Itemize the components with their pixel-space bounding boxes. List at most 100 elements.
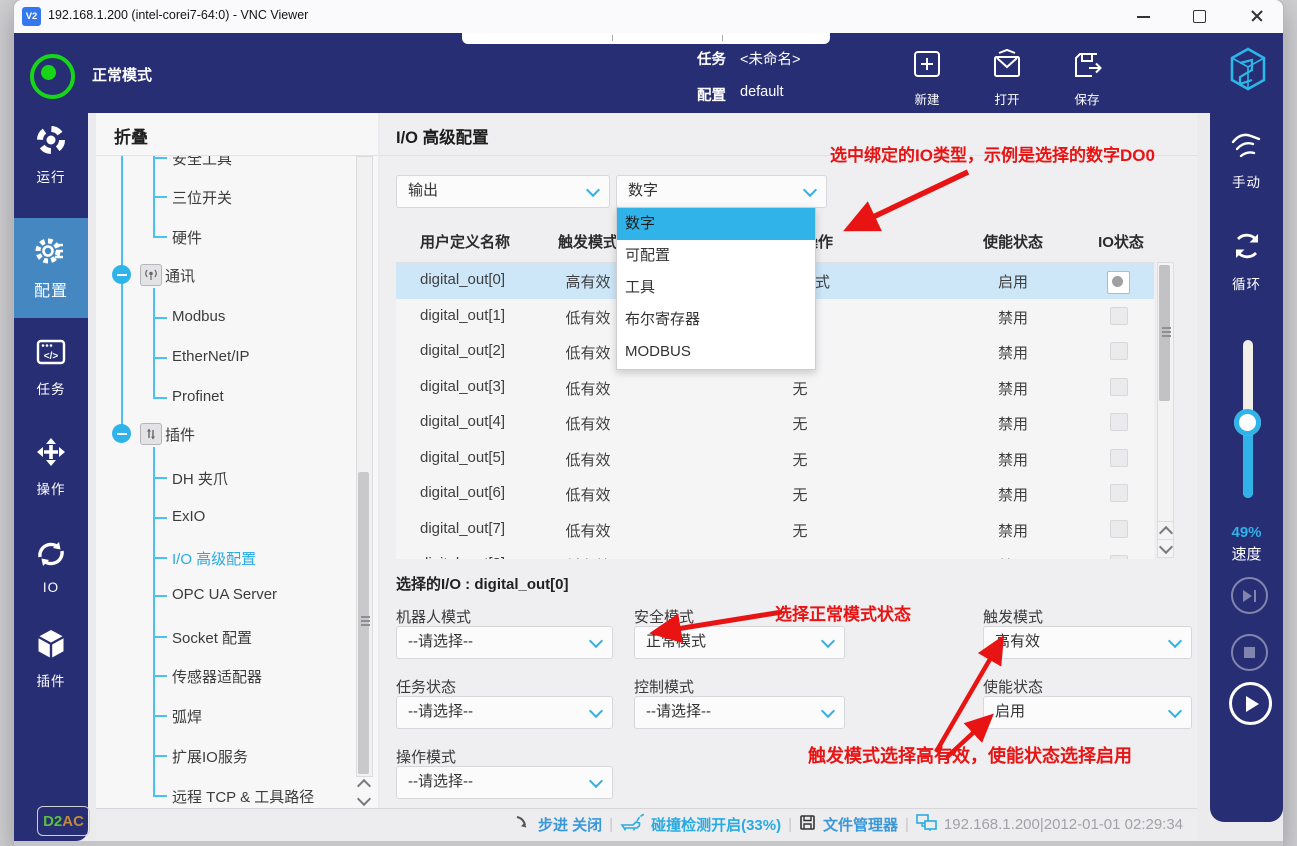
tree-item-io-advanced-config[interactable]: I/O 高级配置: [172, 548, 256, 569]
tree-item-profinet[interactable]: Profinet: [172, 388, 224, 405]
tree-item-socket-config[interactable]: Socket 配置: [172, 627, 252, 648]
tree-item-dh-gripper[interactable]: DH 夹爪: [172, 468, 228, 489]
table-scroll-up-button[interactable]: [1157, 521, 1174, 540]
io-state-indicator[interactable]: [1110, 555, 1128, 559]
config-label: 配置: [697, 84, 726, 105]
io-state-indicator[interactable]: [1110, 449, 1128, 467]
safety-mode-select[interactable]: 正常模式: [634, 626, 845, 659]
sidebar-item-io[interactable]: IO: [14, 538, 88, 595]
tree-item-hardware[interactable]: 硬件: [172, 227, 202, 248]
table-row[interactable]: digital_out[3]低有效无禁用: [396, 370, 1154, 407]
tree-item-safety-tool[interactable]: 安全工具: [172, 156, 232, 169]
control-mode-label: 控制模式: [634, 676, 694, 697]
io-type-dropdown-list: 数字 可配置 工具 布尔寄存器 MODBUS: [616, 207, 816, 370]
tree-scroll-up-button[interactable]: [356, 776, 371, 791]
tree-scroll-down-button[interactable]: [356, 793, 371, 808]
tree-item-opc-ua-server[interactable]: OPC UA Server: [172, 586, 277, 603]
tree-scrollbar[interactable]: [356, 156, 373, 777]
table-row[interactable]: digital_out[8]低有效无禁用: [396, 547, 1154, 559]
collision-detect-toggle[interactable]: 碰撞检测开启(33%): [651, 814, 781, 835]
move-arrows-icon: [35, 436, 67, 473]
dropdown-option-tool[interactable]: 工具: [617, 272, 815, 304]
maximize-button[interactable]: [1179, 0, 1219, 32]
sidebar-item-config[interactable]: 配置: [14, 218, 88, 318]
step-forward-button[interactable]: [1231, 577, 1268, 614]
io-state-indicator[interactable]: [1110, 307, 1128, 325]
tree-stub: [153, 517, 167, 519]
step-mode-toggle[interactable]: 步进 关闭: [538, 814, 602, 835]
tree-item-exio[interactable]: ExIO: [172, 508, 205, 525]
d2ac-logo-right: AC: [62, 813, 84, 830]
enable-state-select[interactable]: 启用: [983, 696, 1192, 729]
table-scrollbar[interactable]: [1157, 262, 1174, 522]
play-button[interactable]: [1229, 682, 1272, 725]
stop-button[interactable]: [1231, 634, 1268, 671]
table-row[interactable]: digital_out[6]低有效无禁用: [396, 476, 1154, 513]
cycle-mode-label: 循环: [1232, 273, 1261, 293]
table-row[interactable]: digital_out[7]低有效无禁用: [396, 512, 1154, 549]
task-state-select[interactable]: --请选择--: [396, 696, 613, 729]
sidebar-item-operate[interactable]: 操作: [14, 436, 88, 498]
dropdown-option-configurable[interactable]: 可配置: [617, 240, 815, 272]
manual-mode-button[interactable]: 手动: [1210, 130, 1283, 191]
tree-collapse-header[interactable]: 折叠: [114, 123, 148, 148]
sidebar-item-run[interactable]: 运行: [14, 124, 88, 186]
cell-trigger: 低有效: [538, 484, 638, 505]
io-state-indicator[interactable]: [1110, 413, 1128, 431]
tree-stub: [153, 557, 167, 559]
close-button[interactable]: [1237, 0, 1277, 32]
file-manager-button[interactable]: 文件管理器: [823, 814, 898, 835]
tree-item-arc-welding[interactable]: 弧焊: [172, 706, 202, 727]
io-type-select[interactable]: 数字: [616, 175, 827, 208]
run-icon: [35, 124, 67, 161]
new-button[interactable]: 新建: [906, 48, 948, 108]
control-mode-select[interactable]: --请选择--: [634, 696, 845, 729]
tree-stub: [153, 595, 167, 597]
io-state-indicator[interactable]: [1110, 342, 1128, 360]
robot-mode-select[interactable]: --请选择--: [396, 626, 613, 659]
sidebar-item-task[interactable]: </> 任务: [14, 336, 88, 398]
io-direction-select[interactable]: 输出: [396, 175, 610, 208]
dropdown-option-bool-register[interactable]: 布尔寄存器: [617, 304, 815, 336]
cycle-mode-button[interactable]: 循环: [1210, 228, 1283, 293]
cube-icon: [35, 628, 67, 665]
table-row[interactable]: digital_out[5]低有效无禁用: [396, 441, 1154, 478]
tree-item-extended-io-service[interactable]: 扩展IO服务: [172, 746, 248, 767]
table-scroll-down-button[interactable]: [1157, 539, 1174, 558]
cell-enable: 启用: [963, 271, 1063, 292]
sidebar-config-label: 配置: [34, 277, 68, 301]
tree-stub: [153, 675, 167, 677]
dropdown-option-modbus[interactable]: MODBUS: [617, 336, 815, 368]
tree-scrollbar-thumb[interactable]: [358, 472, 369, 774]
speed-slider-thumb-inner: [1234, 409, 1261, 436]
tree-item-three-position-switch[interactable]: 三位开关: [172, 187, 232, 208]
sidebar-item-plugin[interactable]: 插件: [14, 628, 88, 690]
tree-item-modbus[interactable]: Modbus: [172, 308, 225, 325]
tree-item-ethernet-ip[interactable]: EtherNet/IP: [172, 348, 250, 365]
mode-status-ring[interactable]: [30, 54, 75, 99]
d2ac-logo-left: D2: [43, 813, 62, 830]
table-row[interactable]: digital_out[4]低有效无禁用: [396, 405, 1154, 442]
tree-item-sensor-adapter[interactable]: 传感器适配器: [172, 666, 262, 687]
collapse-minus-icon[interactable]: [112, 265, 131, 284]
dropdown-option-digital[interactable]: 数字: [617, 208, 815, 240]
tree-item-plugin-node[interactable]: 插件: [165, 424, 195, 445]
io-state-indicator-active[interactable]: [1107, 271, 1130, 294]
tree-item-remote-tcp-toolpath[interactable]: 远程 TCP & 工具路径: [172, 786, 314, 807]
io-state-indicator[interactable]: [1110, 378, 1128, 396]
tree-item-communication[interactable]: 通讯: [165, 265, 195, 286]
minimize-button[interactable]: [1123, 0, 1163, 32]
open-button[interactable]: 打开: [986, 48, 1028, 108]
table-scrollbar-thumb[interactable]: [1159, 265, 1170, 401]
io-state-indicator[interactable]: [1110, 484, 1128, 502]
trigger-mode-select[interactable]: 高有效: [983, 626, 1192, 659]
statusbar-separator: |: [609, 816, 613, 833]
operation-mode-select[interactable]: --请选择--: [396, 766, 613, 799]
save-button[interactable]: 保存: [1066, 48, 1108, 108]
speed-slider-thumb[interactable]: [1234, 409, 1261, 436]
io-state-indicator[interactable]: [1110, 520, 1128, 538]
vnc-toolbar-notch[interactable]: [462, 33, 830, 44]
enable-state-label: 使能状态: [983, 676, 1043, 697]
collapse-minus-icon[interactable]: [112, 424, 131, 443]
cell-enable: 禁用: [963, 307, 1063, 328]
